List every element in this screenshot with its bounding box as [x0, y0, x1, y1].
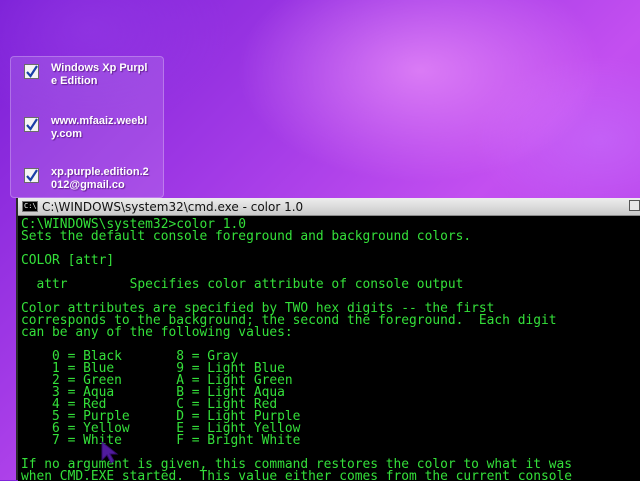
checkmark-icon — [26, 118, 38, 131]
todo-checkbox[interactable] — [24, 117, 39, 132]
todo-checkbox[interactable] — [24, 168, 39, 183]
todo-checkbox[interactable] — [24, 64, 39, 79]
checkmark-icon — [26, 169, 38, 182]
console-line: Sets the default console foreground and … — [21, 229, 472, 244]
pointer-icon — [101, 440, 119, 464]
cmd-window[interactable]: C:\ C:\WINDOWS\system32\cmd.exe - color … — [16, 198, 640, 481]
todo-item[interactable]: xp.purple.edition.2012@gmail.co — [24, 166, 151, 192]
todo-item[interactable]: www.mfaaiz.weebly.com — [24, 115, 151, 141]
window-titlebar[interactable]: C:\ C:\WINDOWS\system32\cmd.exe - color … — [18, 198, 640, 216]
todo-item-text: Windows Xp Purple Edition — [51, 62, 148, 87]
todo-item-text: xp.purple.edition.2012@gmail.co — [51, 166, 149, 191]
console-line: COLOR [attr] — [21, 253, 115, 268]
window-title: C:\WINDOWS\system32\cmd.exe - color 1.0 — [42, 199, 304, 214]
window-control-button[interactable] — [629, 200, 640, 211]
todo-item[interactable]: Windows Xp Purple Edition — [24, 62, 151, 88]
console-line: attr Specifies color attribute of consol… — [21, 277, 464, 292]
console-line: can be any of the following values: — [21, 325, 293, 340]
console-icon[interactable]: C:\ — [22, 201, 38, 212]
checkmark-icon — [26, 65, 38, 78]
todo-item-text: www.mfaaiz.weebly.com — [51, 115, 148, 140]
console-icon-label: C:\ — [24, 202, 37, 210]
